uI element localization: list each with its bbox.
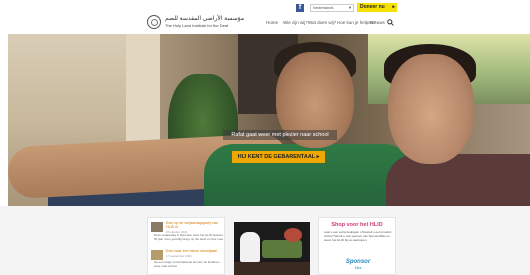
- chevron-down-icon: ▼: [348, 5, 352, 10]
- video-frame-table: [262, 240, 302, 258]
- news-title[interactable]: Kom naar een nieuw schooljaar!: [166, 249, 223, 253]
- sponsor-logo-sub: Kliks: [354, 266, 362, 270]
- video-frame-figure: [284, 228, 302, 242]
- news-card: Kom op de verjaardagsparty van HLID in 2…: [147, 217, 225, 275]
- shop-text: Laat u een extra bedragen of bestelt u e…: [324, 230, 392, 242]
- search-icon[interactable]: [387, 19, 394, 26]
- hero-cta-label: HIJ KENT DE GEBARENTAAL: [237, 154, 316, 160]
- news-excerpt: Deze verjaardag is bijzonder want het HL…: [154, 234, 224, 241]
- news-thumbnail: [151, 250, 163, 260]
- video-frame-floor: [234, 262, 310, 275]
- language-select[interactable]: Nederlands ▼: [310, 4, 354, 12]
- hero-photo-dark-shirt: [386, 154, 530, 206]
- site-logo[interactable]: مؤسسة الأراضي المقدسة للصم The Holy Land…: [147, 14, 247, 32]
- hero-caption: Rafat gaat weer met plezier naar school: [223, 130, 337, 140]
- chevron-right-icon: ▸: [316, 154, 320, 160]
- news-title[interactable]: Kom op de verjaardagsparty van HLID in: [166, 221, 223, 229]
- nav-item-news[interactable]: Nieuws: [370, 18, 385, 28]
- facebook-icon[interactable]: f: [296, 4, 304, 12]
- site-header: مؤسسة الأراضي المقدسة للصم The Holy Land…: [0, 12, 530, 34]
- donate-button[interactable]: Doneer nu ▸: [357, 3, 397, 12]
- shop-card: Shop voor het HLID Laat u een extra bedr…: [318, 217, 396, 275]
- sponsor-logo-word: Sponsor: [345, 259, 371, 265]
- nav-item-work[interactable]: Wat doen wij?: [308, 18, 336, 28]
- logo-arabic-text: مؤسسة الأراضي المقدسة للصم: [165, 16, 245, 22]
- news-thumbnail: [151, 222, 163, 232]
- shop-title: Shop voor het HLID: [331, 222, 383, 228]
- donate-label: Doneer nu: [360, 4, 385, 10]
- hero-banner: Rafat gaat weer met plezier naar school …: [8, 34, 530, 206]
- chevron-right-icon: ▸: [392, 4, 395, 10]
- logo-english-text: The Holy Land Institute for the Deaf: [165, 23, 229, 28]
- hero-cta-button[interactable]: HIJ KENT DE GEBARENTAAL ▸: [232, 151, 325, 163]
- news-excerpt: Na een lange zomervakantie kunnen de kin…: [154, 261, 220, 268]
- sponsorkliks-logo[interactable]: Sponsor Kliks: [341, 259, 375, 273]
- news-item[interactable]: Kom naar een nieuw schooljaar! 17 septem…: [151, 249, 223, 273]
- news-date: 17 september 2021: [166, 254, 192, 258]
- hero-photo-boy2-face: [388, 54, 474, 164]
- content-section: Kom op de verjaardagsparty van HLID in 2…: [0, 206, 530, 275]
- video-thumbnail[interactable]: [234, 222, 310, 275]
- video-frame-figure: [240, 232, 260, 262]
- nav-item-about[interactable]: Wie zijn wij?: [283, 18, 308, 28]
- logo-emblem-icon: [147, 15, 161, 29]
- news-item[interactable]: Kom op de verjaardagsparty van HLID in 2…: [151, 221, 224, 245]
- language-value: Nederlands: [313, 5, 334, 10]
- nav-item-home[interactable]: Home: [266, 18, 278, 28]
